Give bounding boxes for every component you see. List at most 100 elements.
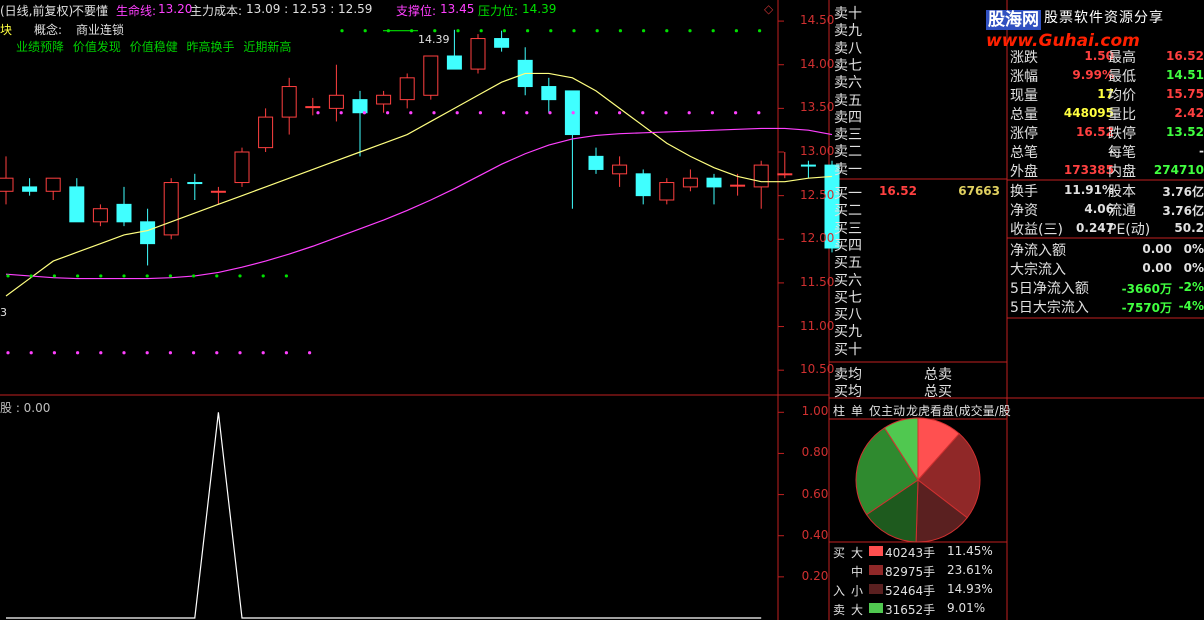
ask-row[interactable]: 卖九 [832, 20, 1004, 39]
bid-row[interactable]: 买十 [832, 339, 1004, 358]
quote-value: 9.99% [1072, 68, 1114, 82]
quote-key: 涨跌 [1010, 50, 1038, 66]
quote-value: 0.247 [1076, 221, 1114, 235]
quote-value: 448095 [1063, 106, 1114, 120]
flow-value: -7570万 [1121, 301, 1172, 315]
tab-dragon-tiger[interactable]: 龙虎看盘(成交量/股 [906, 402, 1011, 419]
diamond-icon[interactable]: ◇ [764, 2, 773, 16]
candle-body [376, 94, 392, 105]
lower-dot-magenta [192, 351, 196, 355]
distribution-volume: 52464手 [885, 584, 936, 598]
candle-body [753, 164, 769, 188]
candle-body [612, 164, 628, 175]
lower-dot-magenta [145, 351, 149, 355]
indicator-chart [6, 412, 762, 619]
distribution-row: 入小 52464手 14.93% [829, 580, 1007, 599]
lower-dot-magenta [215, 351, 219, 355]
quote-key: 现量 [1010, 88, 1038, 104]
tab-active-only[interactable]: 仅主动 [869, 402, 905, 419]
ask-row[interactable]: 卖二 [832, 141, 1004, 160]
concept-row: 块 概念: 商业连锁 [0, 19, 778, 37]
support-dot-green [29, 274, 33, 278]
ask-row[interactable]: 卖三 [832, 124, 1004, 143]
quote-key: 每笔 [1108, 145, 1136, 161]
tag-item[interactable]: 价值稳健 [130, 40, 178, 54]
indicator-tick-label: 0.40 [801, 527, 829, 542]
ask-row[interactable]: 卖一 [832, 159, 1004, 178]
candle-body [258, 116, 274, 149]
bid-row[interactable]: 买五 [832, 252, 1004, 271]
ask-row[interactable]: 卖十 [832, 3, 1004, 22]
indicator-tick-label: 0.20 [801, 568, 829, 583]
quote-row: 总量 448095 量比 2.42 [1008, 104, 1204, 123]
quote-value: 13.52 [1166, 125, 1204, 139]
price-tick-label: 13.50 [800, 100, 835, 115]
quote-value: 16.52 [1166, 49, 1204, 63]
support-dot-green [145, 274, 149, 278]
candle-body [541, 86, 557, 101]
candle-body [588, 155, 604, 170]
lower-dot-magenta [52, 351, 57, 355]
price-tick-label: 12.50 [800, 187, 835, 202]
bid-row[interactable]: 买九 [832, 321, 1004, 340]
ask-row[interactable]: 卖六 [832, 72, 1004, 91]
flow-pct: -2% [1178, 280, 1204, 294]
candle-body [730, 184, 746, 187]
quote-value: 11.91% [1064, 183, 1114, 197]
support-dot-green [261, 274, 265, 278]
tag-item[interactable]: 价值发现 [73, 40, 121, 54]
quote-value: 17 [1097, 87, 1114, 101]
support-dot [339, 111, 343, 115]
support-dot [316, 111, 320, 115]
quote-row: 换手 11.91% 股本 3.76亿 [1008, 181, 1204, 200]
support-label: 支撑位: [396, 4, 437, 18]
distribution-volume: 31652手 [885, 603, 936, 617]
quote-key: 总笔 [1010, 145, 1038, 161]
ask-row[interactable]: 卖八 [832, 38, 1004, 57]
chart-header: (日线,前复权) 不要懂 生命线: 13.20 主力成本: 13.09 : 12… [0, 0, 778, 18]
distribution-volume: 40243手 [885, 546, 936, 560]
quote-key: 量比 [1108, 107, 1136, 123]
distribution-row: 买大 40243手 11.45% [829, 542, 1007, 561]
tab-single[interactable]: 单 [851, 402, 863, 419]
lower-dot-magenta [122, 351, 126, 355]
tag-list: 业绩预降 价值发现 价值稳健 昨高换手 近期新高 [16, 38, 296, 55]
bid-row[interactable]: 买三 [832, 218, 1004, 237]
bid-row[interactable]: 买七 [832, 287, 1004, 306]
flow-key: 5日净流入额 [1010, 281, 1089, 297]
bid-row[interactable]: 买一 16.52 67663 [832, 183, 1004, 202]
quote-key: 股本 [1108, 184, 1136, 200]
lower-dot-magenta [238, 351, 242, 355]
distribution-pct: 14.93% [947, 582, 993, 596]
support-dot [571, 111, 575, 115]
quote-value: 1.50 [1084, 49, 1114, 63]
tag-item[interactable]: 近期新高 [243, 40, 291, 54]
candle-body [494, 38, 510, 48]
bid-row[interactable]: 买六 [832, 270, 1004, 289]
ask-row[interactable]: 卖五 [832, 90, 1004, 109]
distribution-row: 卖大 31652手 9.01% [829, 599, 1007, 618]
concept-value: 商业连锁 [76, 23, 125, 37]
support-dot [525, 111, 529, 115]
quote-value: 274710 [1153, 163, 1204, 177]
tab-column[interactable]: 柱 [833, 402, 845, 419]
tag-item[interactable]: 昨高换手 [187, 40, 235, 54]
ask-row[interactable]: 卖四 [832, 107, 1004, 126]
tag-item[interactable]: 业绩预降 [16, 40, 64, 54]
concept-prefix: 块 [0, 23, 13, 37]
candle-body [706, 177, 722, 188]
size-label: 大 [851, 603, 864, 617]
ma-magenta-line [5, 127, 833, 280]
candle-body [399, 77, 415, 101]
support-value: 13.45 [440, 2, 475, 16]
quote-key: 换手 [1010, 184, 1038, 200]
bid-row[interactable]: 买四 [832, 235, 1004, 254]
distribution-row: 中 82975手 23.61% [829, 561, 1007, 580]
flow-key: 5日大宗流入 [1010, 300, 1089, 316]
bid-row[interactable]: 买八 [832, 304, 1004, 323]
pie-tabs: 柱 单 仅主动 龙虎看盘(成交量/股 [829, 400, 1011, 419]
bid-row[interactable]: 买二 [832, 200, 1004, 219]
candle-body [0, 177, 14, 192]
flow-row: 净流入额 0.00 0% [1008, 240, 1204, 259]
ask-row[interactable]: 卖七 [832, 55, 1004, 74]
